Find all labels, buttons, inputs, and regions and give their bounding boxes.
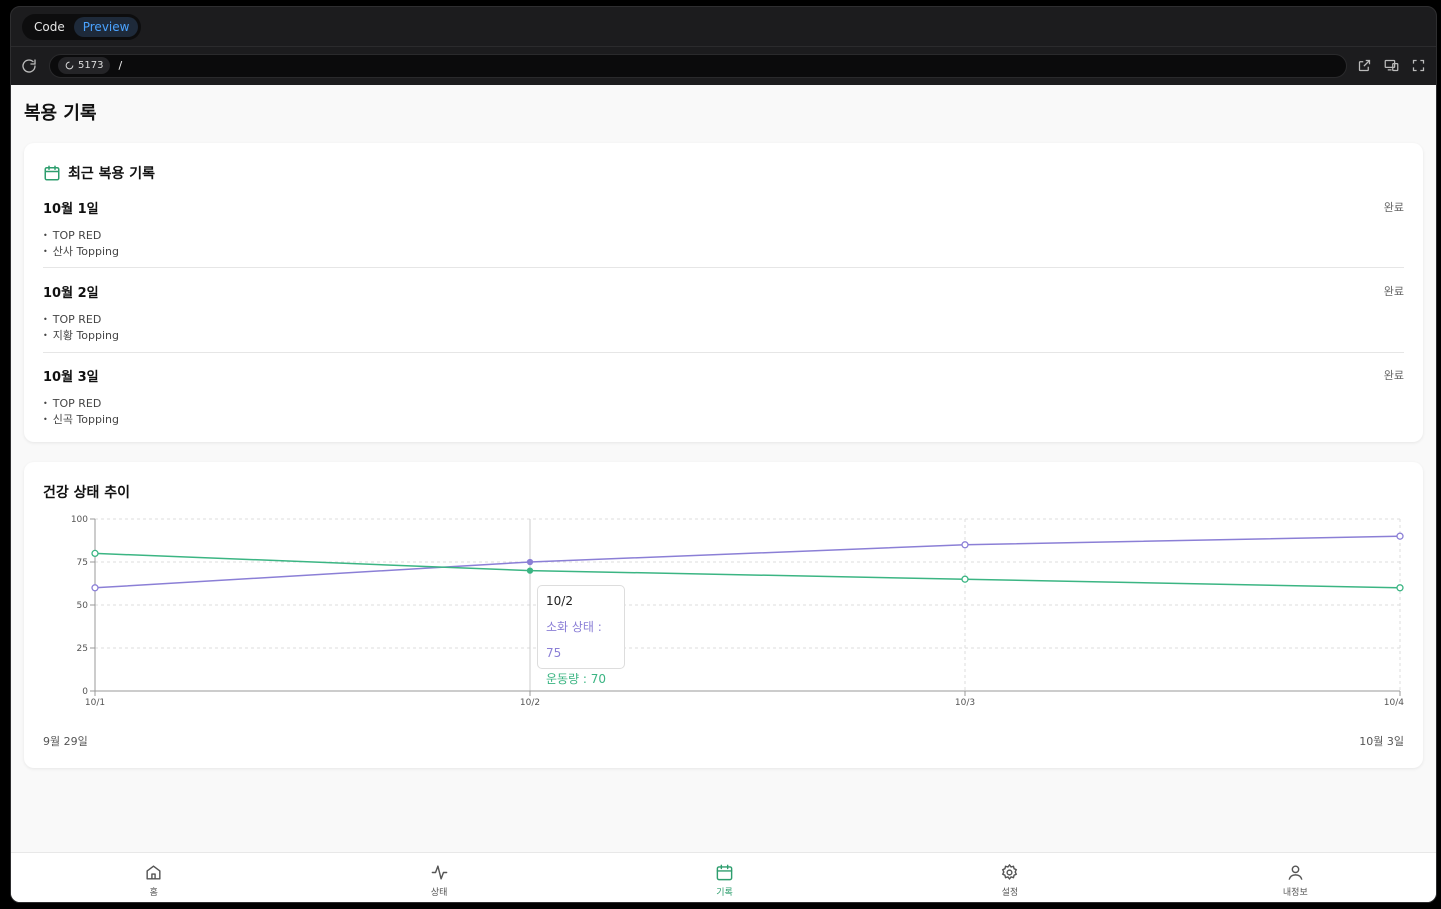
data-point	[91, 584, 99, 592]
nav-label: 내정보	[1282, 888, 1308, 898]
page-title: 복용 기록	[24, 103, 97, 124]
bottom-nav: 홈 상태 기록 설정 내정보	[11, 852, 1436, 902]
url-path: /	[118, 59, 123, 72]
nav-label: 설정	[1001, 888, 1019, 898]
nav-label: 홈	[149, 888, 158, 898]
nav-item-profile[interactable]: 내정보	[1153, 853, 1436, 902]
url-bar-row: 5173 /	[11, 47, 1436, 84]
code-tab[interactable]: Code	[25, 17, 74, 37]
record-item: 신곡 Topping	[43, 412, 1404, 428]
record-status: 완료	[1383, 201, 1404, 214]
tooltip-label: 10/2	[546, 594, 573, 608]
reload-icon[interactable]	[21, 58, 37, 74]
divider	[43, 352, 1404, 353]
port-badge: 5173	[58, 57, 111, 74]
health-trend-card: 건강 상태 추이 0 25 50 75 100 10/1 10/2 10/3 10/4 10/2…	[24, 462, 1423, 768]
record-entry: 10월 1일 완료 TOP RED 산사 Topping	[43, 198, 1404, 260]
view-toggle: Code Preview	[22, 13, 142, 40]
data-point	[526, 567, 534, 574]
calendar-icon	[716, 864, 733, 881]
activity-icon	[431, 865, 447, 880]
tooltip-row-activity: 운동량 : 70	[546, 672, 607, 686]
y-tick-label: 75	[77, 558, 88, 568]
home-icon	[146, 865, 161, 880]
x-tick-label: 10/2	[520, 698, 540, 708]
gear-icon	[1002, 863, 1018, 881]
fullscreen-icon[interactable]	[1411, 58, 1426, 73]
y-tick-label: 0	[82, 687, 88, 697]
preview-tab[interactable]: Preview	[73, 16, 139, 37]
record-item: TOP RED	[43, 228, 1404, 244]
user-icon	[1288, 865, 1303, 880]
external-link-icon[interactable]	[1357, 58, 1372, 73]
record-item: 지황 Topping	[43, 328, 1404, 344]
tooltip-row-digestion: 소화 상태 : 75	[546, 620, 602, 660]
range-start-label: 9월 29일	[43, 735, 88, 748]
nav-label: 상태	[430, 888, 448, 898]
record-status: 완료	[1383, 369, 1404, 382]
range-end-label: 10월 3일	[1359, 735, 1404, 748]
chart-tooltip: 10/2 소화 상태 : 75 운동량 : 70	[537, 585, 625, 686]
data-point	[1396, 584, 1404, 592]
nav-item-status[interactable]: 상태	[296, 853, 581, 902]
recent-records-title: 최근 복용 기록	[68, 166, 156, 182]
address-bar[interactable]: 5173 /	[49, 53, 1347, 78]
calendar-icon	[44, 165, 60, 181]
x-tick-label: 10/3	[955, 698, 975, 708]
divider	[43, 267, 1404, 268]
data-point	[1396, 532, 1404, 540]
port-label: 5173	[78, 60, 104, 71]
record-status: 완료	[1383, 285, 1404, 298]
record-items: TOP RED 산사 Topping	[43, 228, 1404, 260]
y-tick-label: 50	[77, 601, 89, 611]
recent-records-card: 최근 복용 기록 10월 1일 완료 TOP RED 산사 Topping 10…	[24, 143, 1423, 442]
nav-item-settings[interactable]: 설정	[867, 853, 1152, 902]
record-entry: 10월 3일 완료 TOP RED 신곡 Topping	[43, 366, 1404, 428]
nav-item-records[interactable]: 기록	[582, 853, 867, 902]
data-point	[961, 575, 969, 583]
app-viewport: 복용 기록 최근 복용 기록 10월 1일 완료 TOP RED 산사 Topp…	[11, 85, 1436, 902]
record-items: TOP RED 신곡 Topping	[43, 396, 1404, 428]
record-date: 10월 3일	[43, 370, 99, 385]
health-trend-chart[interactable]: 0 25 50 75 100 10/1 10/2 10/3 10/4	[24, 462, 1423, 768]
nav-label: 기록	[716, 888, 733, 898]
data-point	[961, 541, 969, 549]
devices-icon[interactable]	[1384, 58, 1399, 73]
y-tick-label: 25	[77, 644, 88, 654]
recent-records-header: 최근 복용 기록	[43, 163, 155, 183]
series-line	[94, 535, 1401, 589]
nav-item-home[interactable]: 홈	[11, 853, 296, 902]
y-tick-label: 100	[71, 515, 88, 525]
data-point	[91, 549, 99, 558]
record-date: 10월 1일	[43, 202, 99, 217]
record-item: TOP RED	[43, 396, 1404, 412]
browser-actions	[1357, 58, 1426, 73]
x-tick-label: 10/1	[85, 698, 105, 708]
record-entry: 10월 2일 완료 TOP RED 지황 Topping	[43, 282, 1404, 344]
data-point	[526, 558, 534, 566]
top-bar: Code Preview	[11, 7, 1436, 47]
record-items: TOP RED 지황 Topping	[43, 312, 1404, 344]
browser-window: Code Preview 5173 / 복용 기록 최근 복용 기록 10월 1…	[10, 6, 1437, 903]
loader-icon	[65, 61, 74, 70]
series-line	[94, 552, 1401, 589]
record-item: TOP RED	[43, 312, 1404, 328]
record-date: 10월 2일	[43, 286, 99, 301]
record-item: 산사 Topping	[43, 244, 1404, 260]
x-tick-label: 10/4	[1384, 698, 1404, 708]
